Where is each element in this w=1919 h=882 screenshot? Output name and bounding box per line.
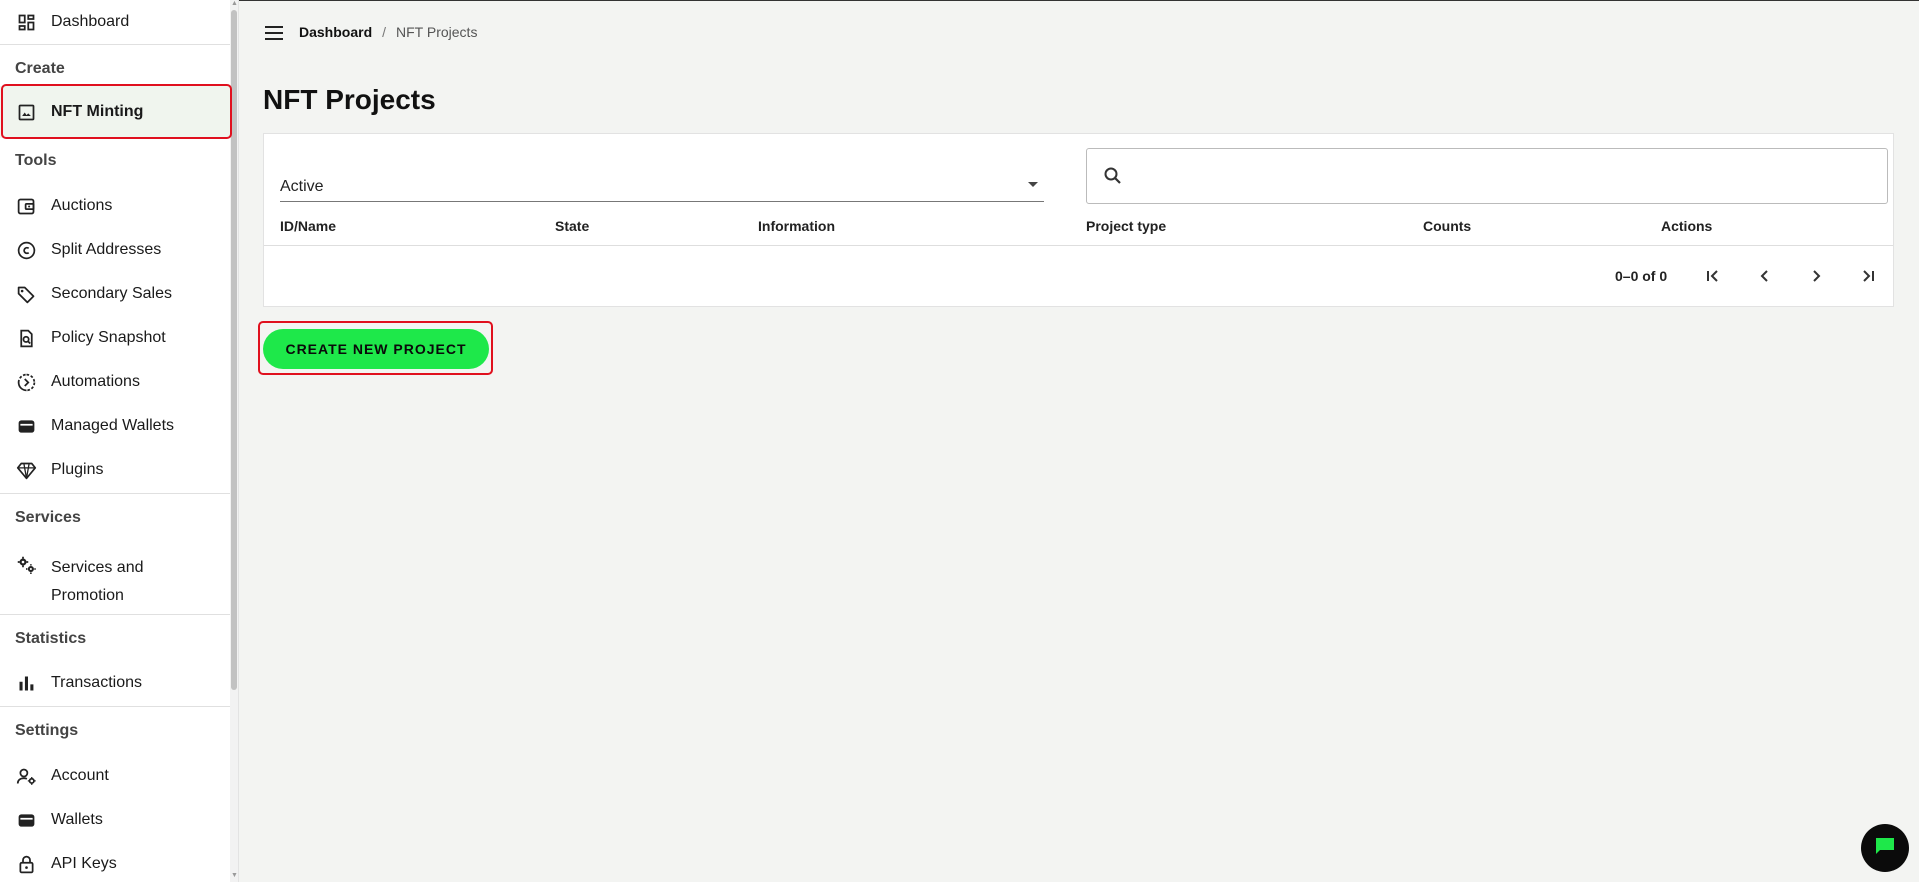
- sidebar-item-label: Auctions: [51, 197, 113, 214]
- sidebar-item-label: Wallets: [51, 811, 103, 828]
- state-filter-value: Active: [280, 178, 324, 195]
- chat-icon: [1873, 834, 1897, 863]
- projects-table-panel: Active ID/Name State Information Project…: [263, 133, 1894, 307]
- column-header-id-name[interactable]: ID/Name: [280, 218, 336, 234]
- image-icon: [15, 101, 37, 123]
- sidebar-item-label: Plugins: [51, 461, 104, 478]
- bar-chart-icon: [15, 672, 37, 694]
- wallet-icon: [15, 415, 37, 437]
- sidebar-item-wallets[interactable]: Wallets: [0, 798, 231, 842]
- sidebar-item-account[interactable]: Account: [0, 754, 231, 798]
- sidebar-item-label: Split Addresses: [51, 241, 162, 258]
- sidebar-divider: [0, 493, 231, 494]
- topbar: Dashboard / NFT Projects: [239, 0, 1919, 64]
- dropdown-caret-icon: [1028, 182, 1038, 187]
- search-icon: [1103, 166, 1123, 186]
- pagination: 0–0 of 0: [264, 246, 1893, 306]
- breadcrumb-current: NFT Projects: [396, 24, 478, 40]
- auction-icon: [15, 195, 37, 217]
- file-search-icon: [15, 327, 37, 349]
- sidebar-item-secondary-sales[interactable]: Secondary Sales: [0, 272, 231, 316]
- sidebar-item-plugins[interactable]: Plugins: [0, 448, 231, 492]
- search-box[interactable]: [1086, 148, 1888, 204]
- state-filter-select[interactable]: Active: [280, 170, 1044, 202]
- chat-button[interactable]: [1861, 824, 1909, 872]
- sidebar-item-label: API Keys: [51, 855, 117, 872]
- sidebar-item-split-addresses[interactable]: Split Addresses: [0, 228, 231, 272]
- sidebar-item-label: Transactions: [51, 674, 142, 691]
- column-header-counts[interactable]: Counts: [1423, 218, 1471, 234]
- gem-icon: [15, 459, 37, 481]
- sidebar-item-label-line2: Promotion: [51, 587, 124, 604]
- breadcrumb-dashboard-link[interactable]: Dashboard: [299, 24, 372, 40]
- sidebar-divider: [0, 614, 231, 615]
- automation-icon: [15, 371, 37, 393]
- sidebar-item-label: Policy Snapshot: [51, 329, 166, 346]
- sidebar-divider: [0, 44, 231, 45]
- section-title-settings: Settings: [15, 722, 79, 739]
- dashboard-icon: [15, 11, 37, 33]
- sidebar-item-api-keys[interactable]: API Keys: [0, 842, 231, 882]
- tag-icon: [15, 283, 37, 305]
- copyright-icon: [15, 239, 37, 261]
- previous-page-icon[interactable]: [1753, 264, 1777, 288]
- sidebar-item-label: Dashboard: [51, 13, 130, 30]
- wallet-icon: [15, 809, 37, 831]
- sidebar-item-automations[interactable]: Automations: [0, 360, 231, 404]
- search-input[interactable]: [1133, 159, 1873, 193]
- page-title: NFT Projects: [263, 84, 436, 115]
- gears-icon: [15, 554, 37, 576]
- user-settings-icon: [15, 765, 37, 787]
- sidebar-item-policy-snapshot[interactable]: Policy Snapshot: [0, 316, 231, 360]
- scroll-down-arrow-icon[interactable]: ▼: [231, 872, 238, 880]
- menu-icon[interactable]: [263, 22, 285, 44]
- lock-icon: [15, 853, 37, 875]
- scrollbar-thumb[interactable]: [231, 10, 237, 690]
- sidebar-item-transactions[interactable]: Transactions: [0, 661, 231, 705]
- section-title-services: Services: [15, 509, 81, 526]
- sidebar-item-label: Services and: [51, 559, 144, 576]
- column-header-project-type[interactable]: Project type: [1086, 218, 1166, 234]
- sidebar-item-label: Secondary Sales: [51, 285, 172, 302]
- first-page-icon[interactable]: [1701, 264, 1725, 288]
- sidebar: Dashboard Create NFT Minting Tools Aucti…: [0, 0, 239, 882]
- sidebar-item-label: Managed Wallets: [51, 417, 175, 434]
- column-header-actions[interactable]: Actions: [1661, 218, 1712, 234]
- sidebar-item-nft-minting[interactable]: NFT Minting: [0, 86, 231, 138]
- sidebar-item-dashboard[interactable]: Dashboard: [0, 0, 231, 44]
- breadcrumb: Dashboard / NFT Projects: [299, 24, 477, 40]
- sidebar-item-services-promotion[interactable]: Services and Promotion: [0, 548, 231, 604]
- breadcrumb-separator: /: [382, 24, 387, 40]
- sidebar-divider: [0, 706, 231, 707]
- section-title-statistics: Statistics: [15, 630, 87, 647]
- table-header: ID/Name State Information Project type C…: [264, 204, 1893, 246]
- create-new-project-button[interactable]: CREATE NEW PROJECT: [263, 329, 489, 369]
- sidebar-item-auctions[interactable]: Auctions: [0, 184, 231, 228]
- sidebar-scrollbar[interactable]: ▲ ▼: [230, 0, 238, 882]
- next-page-icon[interactable]: [1804, 264, 1828, 288]
- column-header-state[interactable]: State: [555, 218, 589, 234]
- section-title-create: Create: [15, 60, 65, 77]
- last-page-icon[interactable]: [1856, 264, 1880, 288]
- column-header-information[interactable]: Information: [758, 218, 835, 234]
- sidebar-item-label-group: Services and Promotion: [51, 554, 144, 610]
- sidebar-item-label: NFT Minting: [51, 103, 144, 120]
- sidebar-item-label: Account: [51, 767, 109, 784]
- sidebar-item-label: Automations: [51, 373, 140, 390]
- pagination-range: 0–0 of 0: [1615, 268, 1668, 284]
- scroll-up-arrow-icon[interactable]: ▲: [231, 0, 238, 8]
- sidebar-item-managed-wallets[interactable]: Managed Wallets: [0, 404, 231, 448]
- section-title-tools: Tools: [15, 152, 57, 169]
